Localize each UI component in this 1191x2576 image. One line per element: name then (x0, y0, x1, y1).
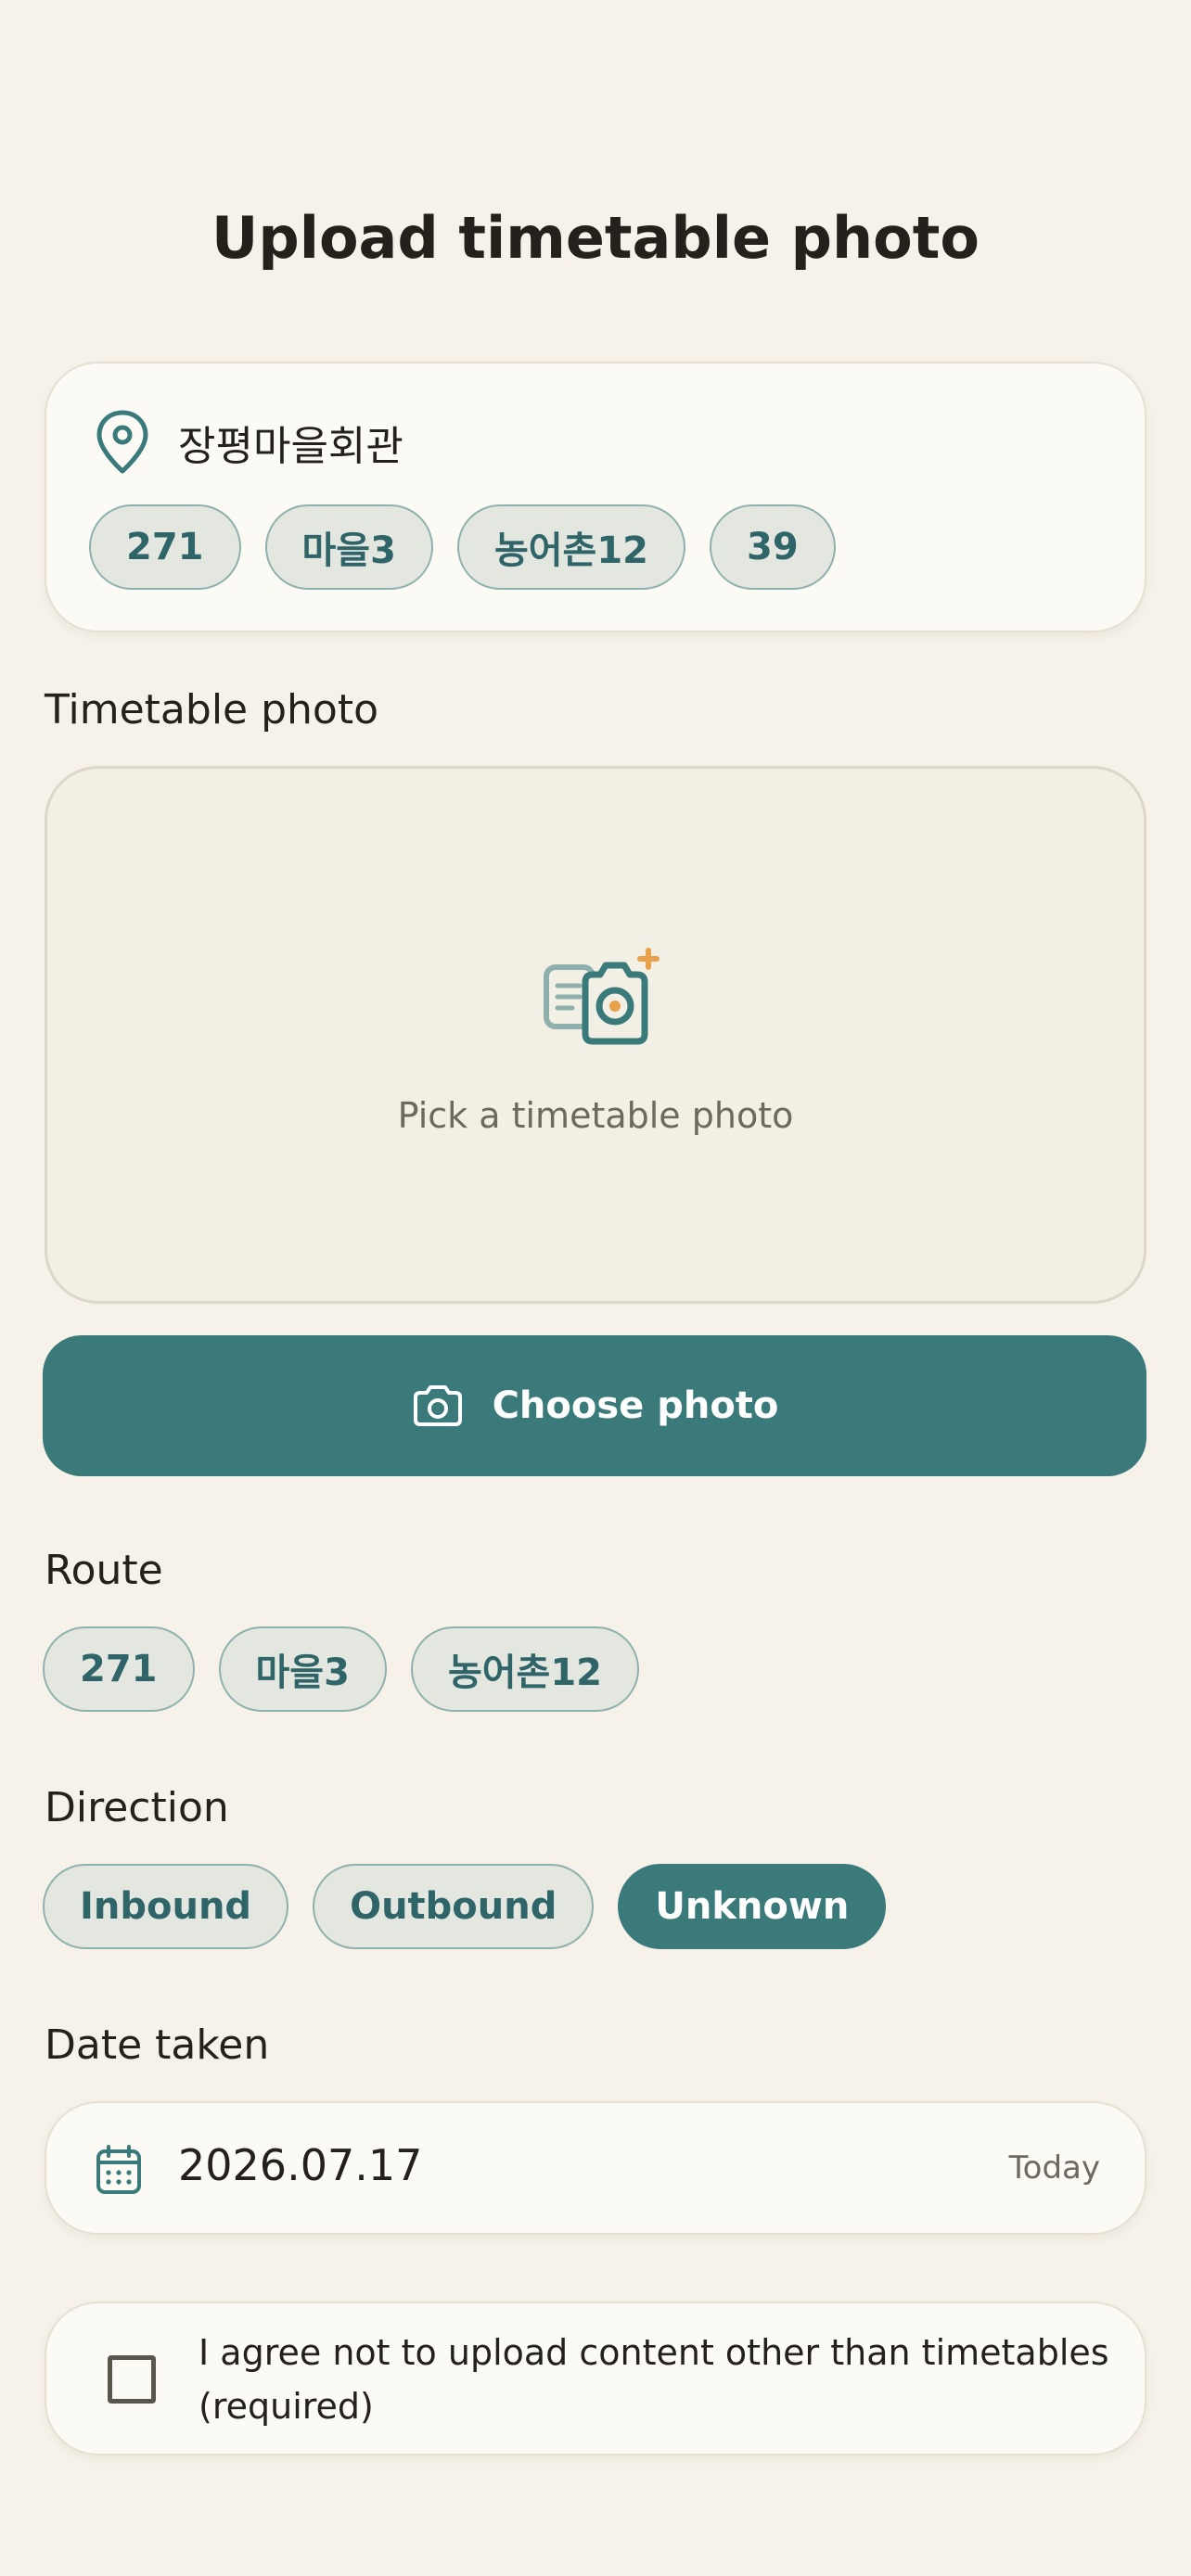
timetable-photo-label: Timetable photo (45, 686, 379, 733)
stop-card: 장평마을회관 271 마을3 농어촌12 39 (45, 362, 1146, 632)
stop-name: 장평마을회관 (178, 423, 403, 470)
upload-timetable-screen: Upload timetable photo 장평마을회관 271 마을3 농어… (0, 0, 1191, 2576)
date-value: 2026.07.17 (178, 2140, 423, 2190)
calendar-icon (96, 2145, 141, 2194)
photo-drop-area[interactable]: Pick a timetable photo (45, 766, 1146, 1304)
stop-route-chips: 271 마을3 농어촌12 39 (89, 504, 836, 590)
route-option-nongeochon12[interactable]: 농어촌12 (410, 1626, 640, 1712)
route-label: Route (45, 1547, 163, 1594)
timetable-camera-icon (544, 948, 660, 1045)
stop-header: 장평마을회관 (95, 408, 403, 477)
choose-photo-button[interactable]: Choose photo (43, 1335, 1146, 1476)
camera-icon (413, 1385, 462, 1426)
today-button[interactable]: Today (1009, 2149, 1100, 2187)
agreement-text: I agree not to upload content other than… (198, 2332, 1109, 2427)
stop-route-chip-271: 271 (89, 504, 241, 590)
stop-route-chip-maeul3: 마을3 (264, 504, 433, 590)
page-title: Upload timetable photo (211, 204, 980, 272)
date-taken-label: Date taken (45, 2021, 270, 2069)
stop-route-chip-39: 39 (710, 504, 836, 590)
photo-hint: Pick a timetable photo (397, 1095, 794, 1136)
direction-options: Inbound Outbound Unknown (43, 1864, 887, 1949)
date-field[interactable]: 2026.07.17 Today (45, 2101, 1146, 2235)
route-options: 271 마을3 농어촌12 (43, 1626, 640, 1712)
direction-option-outbound[interactable]: Outbound (313, 1864, 595, 1949)
route-option-271[interactable]: 271 (43, 1626, 195, 1712)
choose-photo-label: Choose photo (492, 1384, 779, 1427)
stop-route-chip-nongeochon12: 농어촌12 (456, 504, 686, 590)
direction-label: Direction (45, 1784, 229, 1831)
direction-option-inbound[interactable]: Inbound (43, 1864, 289, 1949)
agreement-card[interactable]: I agree not to upload content other than… (45, 2302, 1146, 2455)
direction-option-unknown[interactable]: Unknown (618, 1864, 887, 1949)
route-option-maeul3[interactable]: 마을3 (218, 1626, 387, 1712)
map-pin-icon (96, 410, 148, 474)
agreement-checkbox[interactable] (108, 2355, 156, 2404)
